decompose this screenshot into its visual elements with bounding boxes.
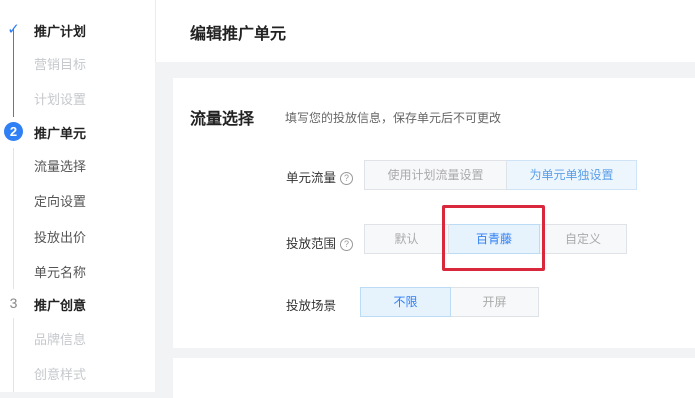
scene-label: 投放场景 <box>286 299 337 313</box>
option-custom[interactable]: 自定义 <box>540 224 627 254</box>
scope-label: 投放范围? <box>286 233 354 252</box>
sidebar-item-unit-name[interactable]: 单元名称 <box>34 262 86 281</box>
section-title: 流量选择 <box>190 111 255 128</box>
progress-line <box>13 318 14 392</box>
sidebar-item-traffic-selection[interactable]: 流量选择 <box>34 156 86 175</box>
page-header: 编辑推广单元 <box>155 0 695 62</box>
scene-segmented-control: 不限 开屏 <box>360 287 539 317</box>
question-circle-icon[interactable]: ? <box>340 238 354 251</box>
option-unit-specific-traffic[interactable]: 为单元单独设置 <box>507 160 637 190</box>
step-promotion-unit[interactable]: 2 推广单元 <box>0 118 155 146</box>
option-unlimited[interactable]: 不限 <box>360 287 451 317</box>
scope-label-text: 投放范围 <box>286 237 337 251</box>
highlight-box <box>442 205 545 271</box>
option-splash-screen[interactable]: 开屏 <box>451 287 539 317</box>
step-promotion-plan[interactable]: ✓ 推广计划 <box>0 16 155 44</box>
option-default[interactable]: 默认 <box>364 224 449 254</box>
sidebar-item-brand-info: 品牌信息 <box>34 332 87 347</box>
sidebar-item-marketing-goal: 营销目标 <box>34 57 87 72</box>
step-number-badge: 2 <box>4 122 23 141</box>
page-title: 编辑推广单元 <box>190 26 287 43</box>
step-promotion-creative[interactable]: 3 推广创意 <box>0 290 155 318</box>
option-use-plan-traffic[interactable]: 使用计划流量设置 <box>364 160 507 190</box>
next-section-card <box>173 358 695 398</box>
section-description: 填写您的投放信息，保存单元后不可更改 <box>285 111 502 125</box>
sidebar-item-plan-settings: 计划设置 <box>34 92 87 107</box>
step-label: 推广创意 <box>34 298 87 313</box>
traffic-label-text: 单元流量 <box>286 171 337 185</box>
traffic-label: 单元流量? <box>286 167 354 186</box>
sidebar: ✓ 推广计划 营销目标 计划设置 2 推广单元 流量选择 定向设置 投放出价 单… <box>0 0 155 392</box>
sidebar-item-creative-style: 创意样式 <box>34 367 87 382</box>
step-number-badge: 3 <box>9 295 18 311</box>
step-label: 推广单元 <box>34 126 87 141</box>
question-circle-icon[interactable]: ? <box>340 172 354 185</box>
sidebar-item-bidding[interactable]: 投放出价 <box>34 227 86 246</box>
progress-line <box>13 148 14 289</box>
sidebar-item-targeting[interactable]: 定向设置 <box>34 191 86 210</box>
check-icon: ✓ <box>7 21 20 38</box>
step-label: 推广计划 <box>34 24 87 39</box>
traffic-segmented-control: 使用计划流量设置 为单元单独设置 <box>364 160 637 190</box>
